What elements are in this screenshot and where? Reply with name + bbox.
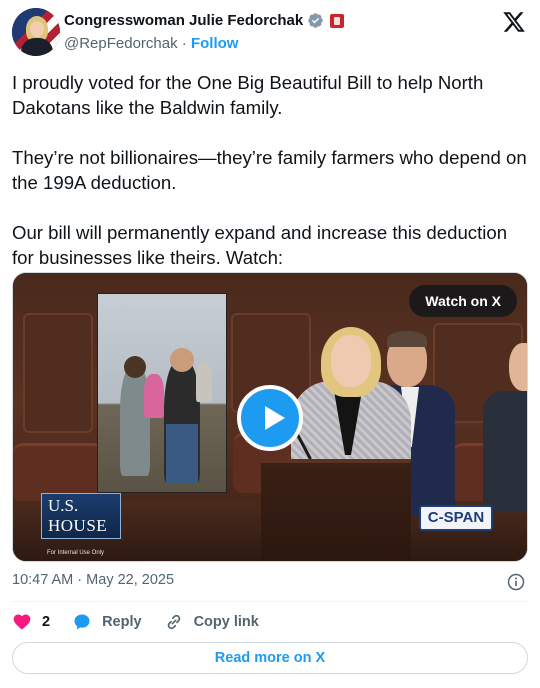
play-icon[interactable] <box>237 385 303 451</box>
tweet-time[interactable]: 10:47 AM <box>12 572 73 588</box>
author-name[interactable]: Congresswoman Julie Fedorchak <box>64 12 303 29</box>
video-player[interactable]: U.S. HOUSE For Internal Use Only C-SPAN … <box>12 272 528 562</box>
tweet-header: Congresswoman Julie Fedorchak @RepFedorc… <box>12 8 528 56</box>
separator: · <box>77 572 83 588</box>
us-house-logo: U.S. HOUSE <box>41 493 121 539</box>
tweet-paragraph: Our bill will permanently expand and inc… <box>12 222 508 268</box>
government-badge-icon <box>330 13 345 28</box>
avatar[interactable] <box>12 8 60 56</box>
link-icon <box>167 614 180 630</box>
podium <box>261 459 411 561</box>
tweet-meta: 10:47 AM · May 22, 2025 <box>12 572 528 592</box>
watch-on-x-button[interactable]: Watch on X <box>409 285 517 317</box>
reply-label: Reply <box>102 614 142 630</box>
family-photo <box>97 293 227 493</box>
follow-button[interactable]: Follow <box>191 35 239 52</box>
reply-bubble-icon <box>74 614 90 630</box>
tweet-paragraph: They’re not billionaires—they’re family … <box>12 147 527 193</box>
tweet-actions: 2 Reply Copy link <box>12 610 528 634</box>
like-button[interactable]: 2 <box>12 612 50 632</box>
separator: · <box>181 35 187 52</box>
handle-row: @RepFedorchak · Follow <box>64 35 238 52</box>
heart-icon <box>13 614 31 630</box>
internal-use-note: For Internal Use Only <box>47 550 105 556</box>
author-name-row: Congresswoman Julie Fedorchak <box>64 12 345 29</box>
verified-badge-icon <box>308 13 323 28</box>
read-more-button[interactable]: Read more on X <box>12 642 528 674</box>
tweet-text: I proudly voted for the One Big Beautifu… <box>12 70 528 295</box>
author-handle[interactable]: @RepFedorchak <box>64 35 178 52</box>
background-person <box>483 391 527 511</box>
divider <box>12 601 528 602</box>
tweet-paragraph: I proudly voted for the One Big Beautifu… <box>12 72 484 118</box>
tweet-date[interactable]: May 22, 2025 <box>86 572 174 588</box>
cspan-logo: C-SPAN <box>419 505 493 531</box>
chamber-panel <box>23 313 93 433</box>
like-count: 2 <box>42 614 51 630</box>
copy-link-button[interactable]: Copy link <box>164 612 259 632</box>
x-logo-icon[interactable] <box>502 10 526 34</box>
info-icon[interactable] <box>506 572 526 592</box>
reply-button[interactable]: Reply <box>72 612 142 632</box>
copy-link-label: Copy link <box>193 614 259 630</box>
